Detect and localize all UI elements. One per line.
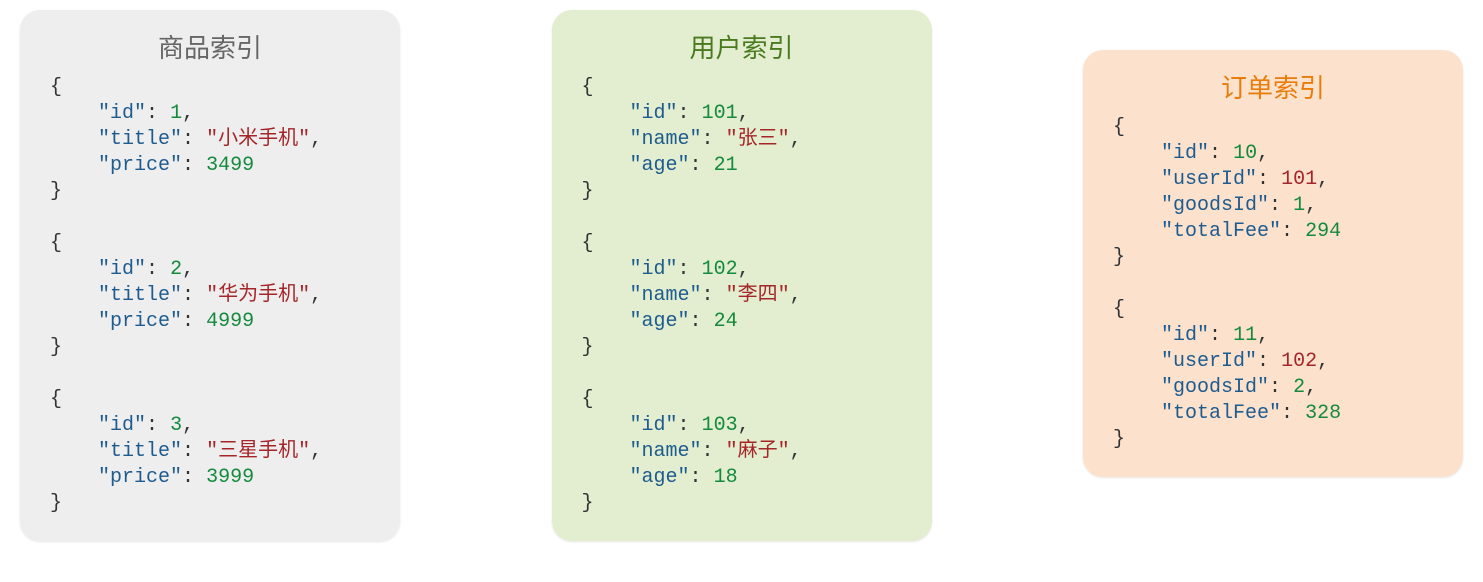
card-users: 用户索引 { "id": 101, "name": "张三", "age": 2… [552, 10, 932, 541]
key-id: "id" [1161, 142, 1209, 165]
val-name: "张三" [726, 128, 790, 151]
val-price: 3499 [206, 154, 254, 177]
card-products-title: 商品索引 [50, 28, 370, 65]
card-orders-title: 订单索引 [1113, 68, 1433, 105]
orders-code: { "id": 10, "userId": 101, "goodsId": 1,… [1113, 115, 1433, 453]
val-id: 101 [702, 102, 738, 125]
key-title: "title" [98, 128, 182, 151]
val-age: 21 [714, 154, 738, 177]
key-goodsid: "goodsId" [1161, 194, 1269, 217]
key-age: "age" [630, 154, 690, 177]
val-userid: 101 [1281, 168, 1317, 191]
card-users-title: 用户索引 [582, 28, 902, 65]
val-title: "小米手机" [206, 128, 310, 151]
brace-close: } [50, 180, 62, 203]
key-totalfee: "totalFee" [1161, 220, 1281, 243]
val-id: 10 [1233, 142, 1257, 165]
users-code: { "id": 101, "name": "张三", "age": 21 } {… [582, 75, 902, 517]
card-orders: 订单索引 { "id": 10, "userId": 101, "goodsId… [1083, 50, 1463, 477]
card-products: 商品索引 { "id": 1, "title": "小米手机", "price"… [20, 10, 400, 541]
key-name: "name" [630, 128, 702, 151]
key-userid: "userId" [1161, 168, 1257, 191]
key-price: "price" [98, 154, 182, 177]
products-code: { "id": 1, "title": "小米手机", "price": 349… [50, 75, 370, 517]
val-goodsid: 1 [1293, 194, 1305, 217]
val-totalfee: 294 [1305, 220, 1341, 243]
key-id: "id" [98, 102, 146, 125]
brace-open: { [50, 76, 62, 99]
val-id: 1 [170, 102, 182, 125]
key-id: "id" [630, 102, 678, 125]
